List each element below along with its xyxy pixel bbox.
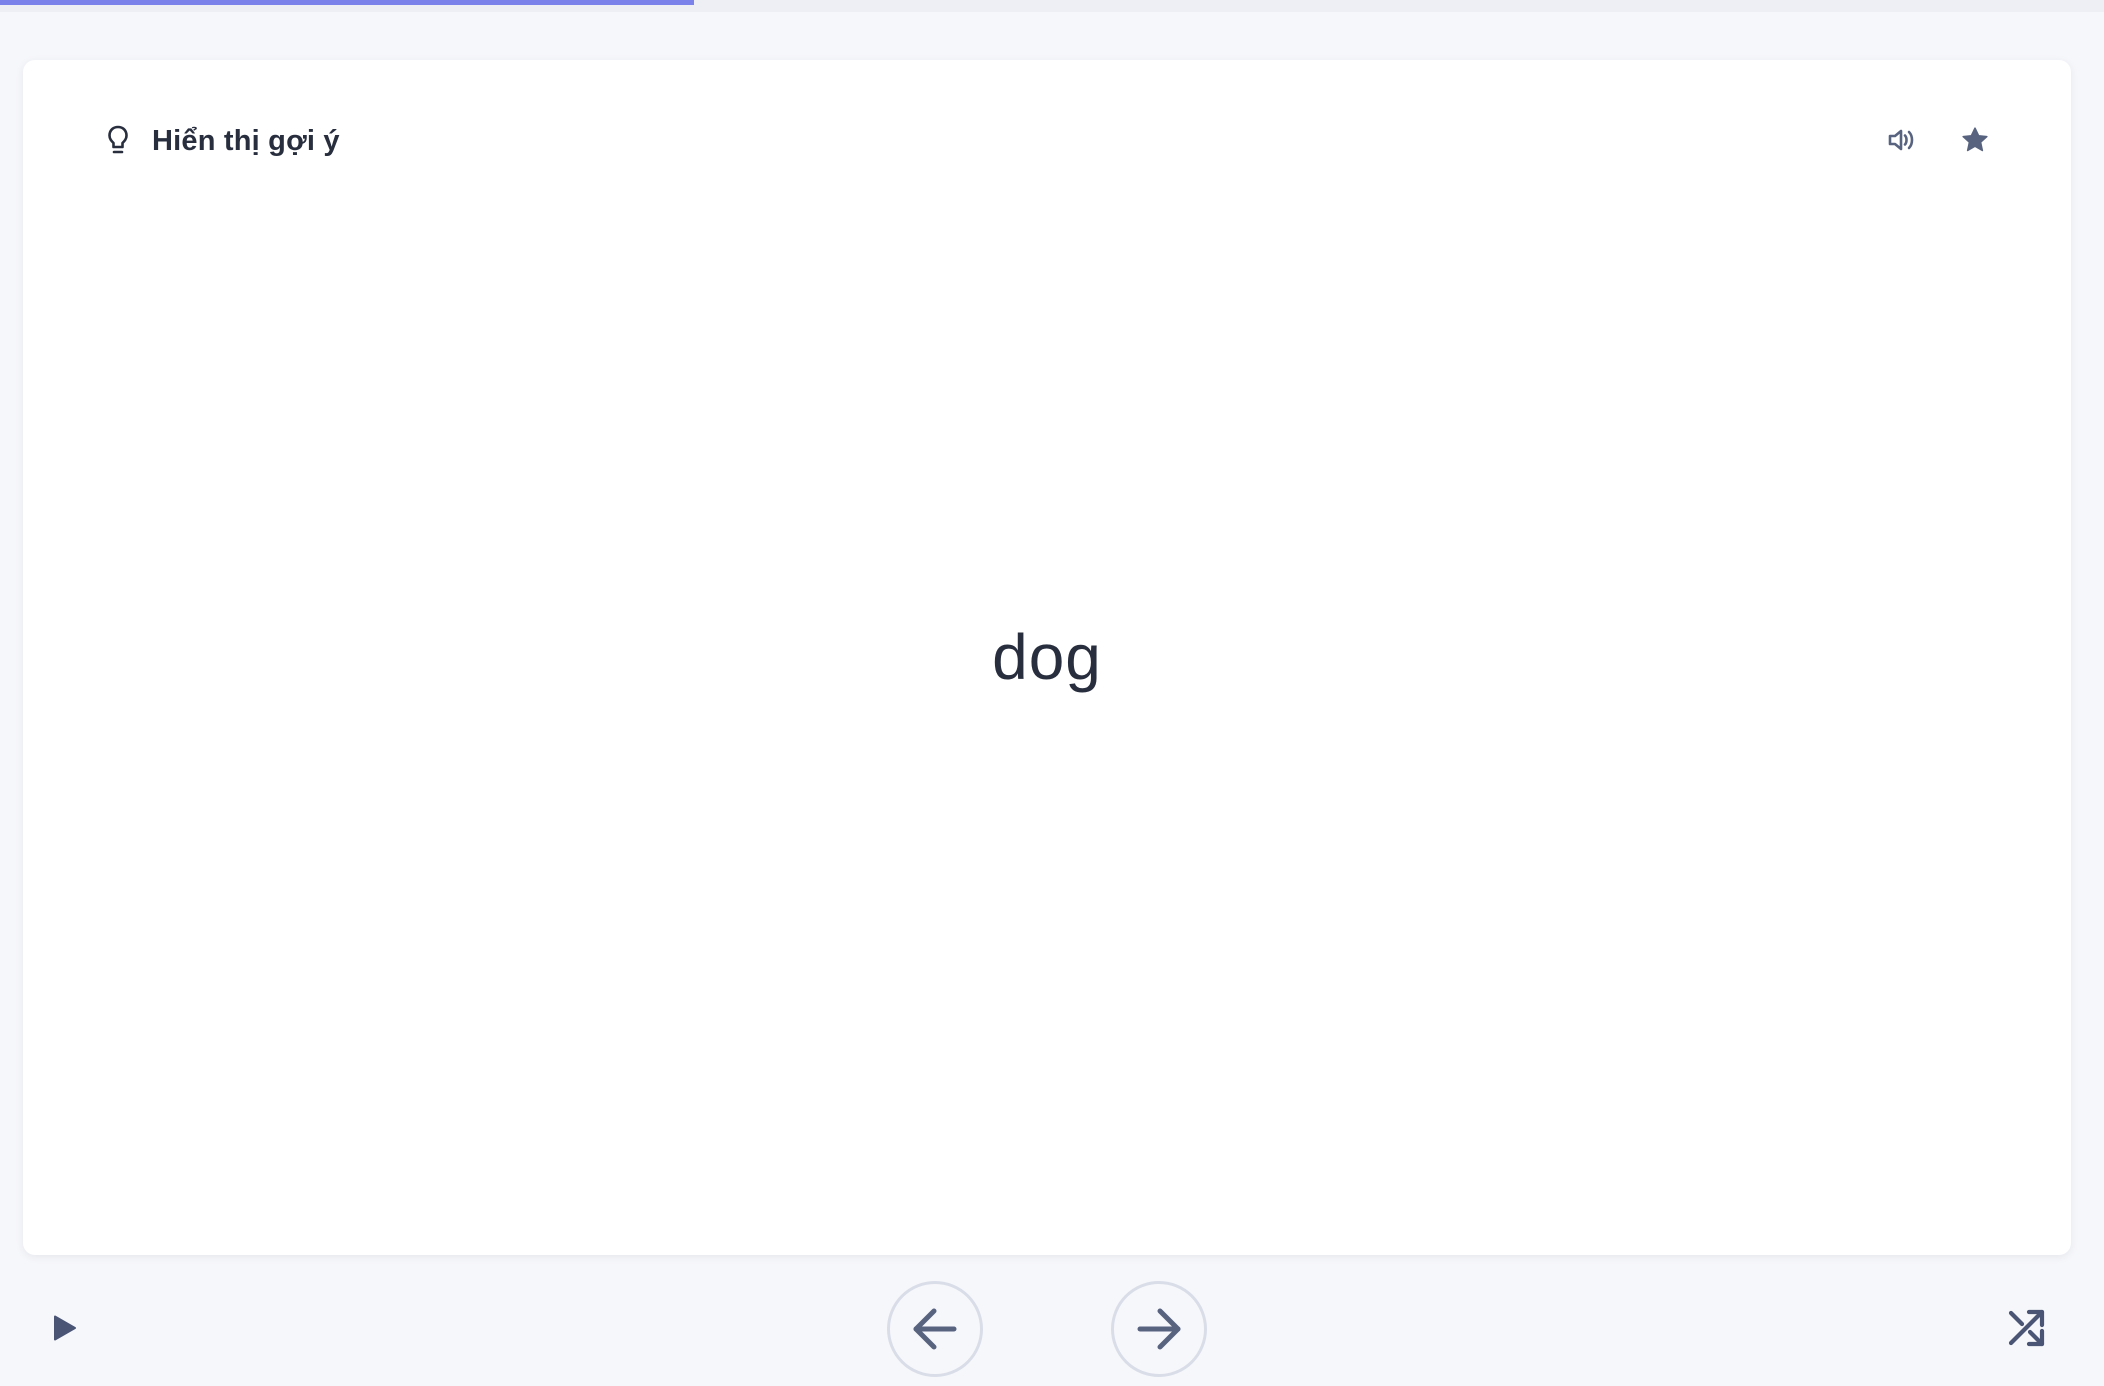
star-button[interactable] <box>1947 112 2003 168</box>
show-hint-label: Hiển thị gợi ý <box>152 124 340 157</box>
shuffle-button[interactable] <box>1999 1300 2055 1356</box>
lightbulb-icon <box>104 123 132 159</box>
progress-bar-fill <box>0 0 695 5</box>
arrow-left-icon <box>913 1308 957 1350</box>
next-card-button[interactable] <box>1111 1281 1207 1377</box>
audio-button[interactable] <box>1874 112 1930 168</box>
play-icon <box>54 1315 76 1341</box>
autoplay-button[interactable] <box>35 1300 91 1356</box>
progress-bar <box>0 0 2104 12</box>
arrow-right-icon <box>1137 1308 1181 1350</box>
shuffle-icon <box>2008 1309 2045 1347</box>
flashcard-term: dog <box>992 621 1102 693</box>
show-hint-button[interactable]: Hiển thị gợi ý <box>104 121 340 161</box>
speaker-icon <box>1888 129 1914 151</box>
previous-card-button[interactable] <box>887 1281 983 1377</box>
star-icon <box>1962 127 1988 152</box>
